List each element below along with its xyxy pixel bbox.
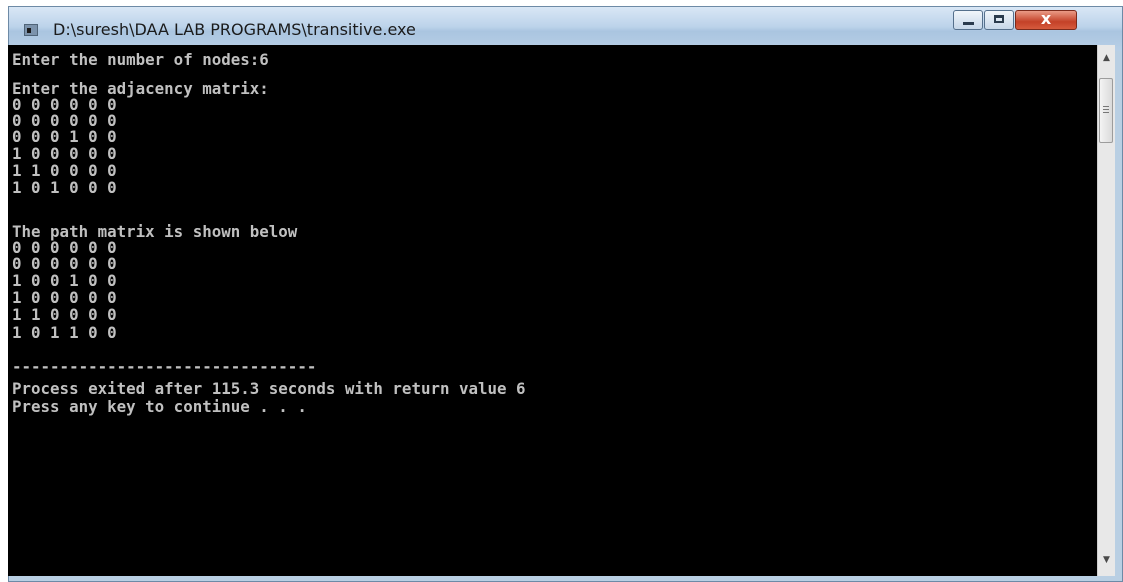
scroll-up-icon[interactable]: ▲	[1098, 53, 1115, 63]
console-line: 1 1 0 0 0 0	[12, 305, 117, 324]
console-line: Enter the number of nodes:6	[12, 50, 269, 69]
console-app-icon[interactable]	[24, 24, 38, 36]
minimize-icon	[963, 22, 974, 25]
scroll-down-icon[interactable]: ▼	[1098, 555, 1115, 565]
console-line: 1 0 1 1 0 0	[12, 323, 117, 342]
console-line: 1 0 0 1 0 0	[12, 271, 117, 290]
console-line: Press any key to continue . . .	[12, 397, 307, 416]
window-title: D:\suresh\DAA LAB PROGRAMS\transitive.ex…	[53, 20, 416, 39]
vertical-scrollbar[interactable]: ▲ ▼	[1097, 45, 1115, 576]
thumb-grip-icon	[1103, 106, 1109, 113]
close-button[interactable]: x	[1015, 9, 1077, 30]
console-line: 0 0 0 1 0 0	[12, 127, 117, 146]
minimize-button[interactable]	[953, 10, 983, 30]
maximize-button[interactable]	[984, 10, 1014, 30]
console-line: 1 1 0 0 0 0	[12, 161, 117, 180]
console-line: --------------------------------	[12, 357, 317, 376]
close-icon: x	[1040, 9, 1052, 28]
maximize-icon	[994, 15, 1004, 23]
console-line: Process exited after 115.3 seconds with …	[12, 379, 526, 398]
console-line: 1 0 0 0 0 0	[12, 288, 117, 307]
console-line: 1 0 0 0 0 0	[12, 144, 117, 163]
console-line: 0 0 0 0 0 0	[12, 254, 117, 273]
scroll-thumb[interactable]	[1099, 78, 1113, 143]
console-line: 1 0 1 0 0 0	[12, 178, 117, 197]
console-output[interactable]: Enter the number of nodes:6 Enter the ad…	[8, 45, 1097, 576]
